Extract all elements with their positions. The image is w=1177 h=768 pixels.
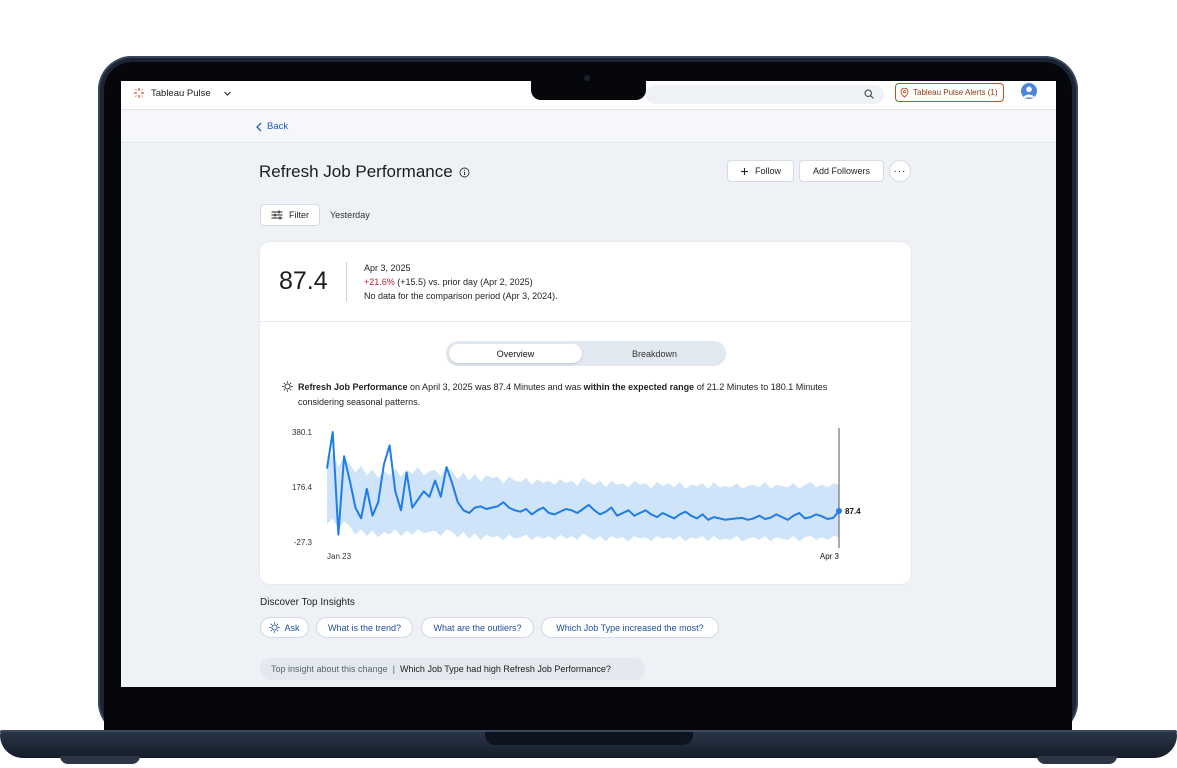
metric-date: Apr 3, 2025: [364, 263, 411, 273]
camera-icon: [584, 75, 590, 81]
follow-button[interactable]: Follow: [727, 160, 794, 182]
page-title-text: Refresh Job Performance: [259, 162, 453, 181]
more-options-button[interactable]: ···: [889, 160, 911, 182]
user-icon: [1023, 86, 1035, 98]
date-range-label: Yesterday: [330, 210, 370, 220]
y-tick-label: 176.4: [292, 483, 313, 492]
view-toggle: Overview Breakdown: [446, 341, 726, 366]
tableau-logo-icon: [134, 88, 144, 98]
page-title: Refresh Job Performance: [259, 162, 470, 182]
end-point: [836, 508, 842, 515]
ask-label: Ask: [284, 622, 300, 633]
ask-button[interactable]: Ask: [260, 617, 309, 638]
laptop-opening-groove: [485, 732, 693, 745]
insight-text-1: on April 3, 2025 was 87.4 Minutes and wa…: [407, 382, 584, 392]
camera-notch: [531, 78, 646, 100]
top-insight-separator: |: [392, 664, 395, 674]
screen-chin: [104, 687, 1072, 730]
app-screen: Tableau Pulse Tableau Pulse Alerts (1) B…: [121, 81, 1056, 687]
question-chip-job-type[interactable]: Which Job Type increased the most?: [541, 617, 719, 638]
location-pin-icon: [900, 87, 909, 98]
back-button[interactable]: Back: [255, 121, 288, 132]
trend-chart: 87.4 380.1 176.4 -27.3 Jan 23 Apr 3: [292, 428, 861, 561]
app-name: Tableau Pulse: [151, 87, 211, 99]
y-tick-label: 380.1: [292, 428, 313, 437]
filter-label: Filter: [289, 210, 309, 220]
change-percent: +21.6%: [364, 277, 395, 287]
lightbulb-icon: [269, 622, 281, 633]
user-avatar[interactable]: [1021, 83, 1037, 99]
alerts-label: Tableau Pulse Alerts (1): [913, 88, 998, 97]
search-icon: [864, 89, 874, 99]
top-insight-prefix: Top insight about this change: [271, 664, 388, 674]
x-tick-label: Jan 23: [327, 552, 352, 561]
x-tick-label: Apr 3: [820, 552, 840, 561]
add-followers-button[interactable]: Add Followers: [799, 160, 884, 182]
chevron-down-icon: [223, 91, 231, 96]
alerts-button[interactable]: Tableau Pulse Alerts (1): [895, 83, 1004, 102]
metric-divider: [346, 262, 347, 302]
top-insight-question: Which Job Type had high Refresh Job Perf…: [399, 664, 611, 674]
search-bar[interactable]: [646, 85, 884, 104]
comparison-note: No data for the comparison period (Apr 3…: [364, 291, 558, 301]
more-icon: ···: [893, 165, 907, 177]
back-label: Back: [267, 121, 289, 132]
change-detail: (+15.5) vs. prior day (Apr 2, 2025): [394, 277, 533, 287]
info-icon[interactable]: [459, 167, 470, 178]
question-chip-outliers[interactable]: What are the outliers?: [421, 617, 534, 638]
sliders-icon: [271, 210, 283, 220]
metric-value: 87.4: [279, 267, 328, 295]
metric-card: 87.4 Apr 3, 2025 +21.6% (+15.5) vs. prio…: [260, 242, 911, 584]
top-insight-bar[interactable]: Top insight about this change | Which Jo…: [260, 658, 645, 680]
laptop-foot-right: [1037, 756, 1117, 764]
lightbulb-icon: [282, 381, 293, 392]
back-bar: Back: [121, 110, 1056, 143]
end-value-label: 87.4: [845, 507, 861, 516]
discover-heading: Discover Top Insights: [260, 597, 355, 608]
insight-summary: Refresh Job Performance on April 3, 2025…: [282, 380, 872, 409]
insight-emphasis: within the expected range: [583, 382, 695, 392]
y-tick-label: -27.3: [294, 538, 313, 547]
tab-breakdown[interactable]: Breakdown: [586, 344, 723, 363]
card-divider: [260, 321, 911, 322]
chevron-left-icon: [256, 122, 262, 131]
follow-label: Follow: [754, 166, 781, 176]
plus-icon: [740, 167, 748, 175]
laptop-foot-left: [60, 756, 140, 764]
insight-metric-name: Refresh Job Performance: [298, 382, 408, 392]
add-followers-label: Add Followers: [812, 166, 871, 176]
metric-change: +21.6% (+15.5) vs. prior day (Apr 2, 202…: [364, 277, 533, 287]
question-chip-trend[interactable]: What is the trend?: [316, 617, 413, 638]
app-switcher[interactable]: Tableau Pulse: [133, 87, 232, 99]
tab-overview[interactable]: Overview: [449, 344, 582, 363]
filter-button[interactable]: Filter: [260, 204, 320, 226]
